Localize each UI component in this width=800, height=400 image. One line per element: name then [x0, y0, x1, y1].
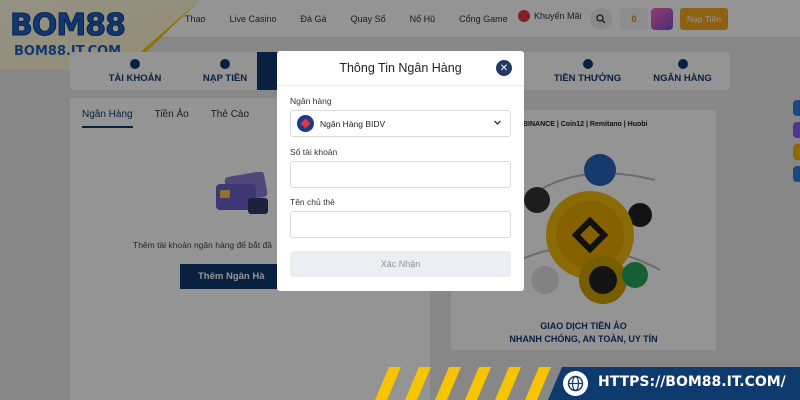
modal-title: Thông Tin Ngân Hàng: [339, 61, 462, 75]
close-button[interactable]: ✕: [496, 60, 512, 76]
account-number-label: Số tài khoản: [290, 147, 338, 157]
decorative-stripes: [375, 367, 551, 400]
holder-name-input[interactable]: [290, 211, 511, 238]
bank-label: Ngân hàng: [290, 96, 332, 106]
globe-icon: [563, 371, 588, 396]
bank-select-value: Ngân Hàng BIDV: [320, 118, 386, 129]
bidv-logo-icon: [297, 115, 314, 132]
confirm-button[interactable]: Xác Nhận: [290, 251, 511, 277]
holder-name-label: Tên chủ thẻ: [290, 197, 335, 207]
banner-url-text[interactable]: HTTPS://BOM88.IT.COM/: [598, 374, 786, 390]
chevron-down-icon: [494, 120, 501, 125]
close-icon: ✕: [499, 62, 509, 74]
divider: [277, 85, 524, 86]
account-number-input[interactable]: [290, 161, 511, 188]
bank-select[interactable]: Ngân Hàng BIDV: [290, 110, 511, 137]
bank-info-modal: Thông Tin Ngân Hàng ✕ Ngân hàng Ngân Hàn…: [277, 51, 524, 291]
